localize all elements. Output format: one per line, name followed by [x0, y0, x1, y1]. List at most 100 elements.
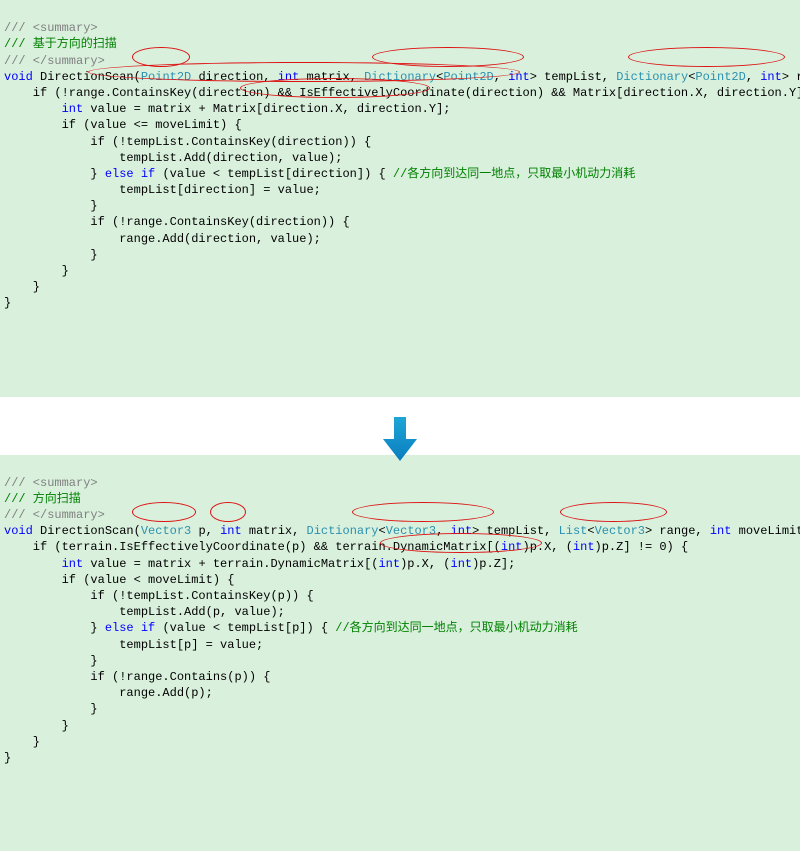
code-line: tempList[direction] = value;: [4, 183, 321, 197]
kw-int: int: [378, 557, 400, 571]
code-line: if (value < moveLimit) {: [4, 573, 234, 587]
indent: [4, 102, 62, 116]
fn-name: DirectionScan: [40, 524, 134, 538]
code-line: range.Add(p);: [4, 686, 213, 700]
code-block-bottom: /// <summary> /// 方向扫描 /// </summary> vo…: [0, 455, 800, 851]
code-line: if (!range.Contains(p)) {: [4, 670, 270, 684]
kw-else: else: [105, 621, 134, 635]
highlight-ellipse: [372, 47, 524, 67]
param: p,: [191, 524, 220, 538]
param: direction,: [191, 70, 277, 84]
code-line: if (value <= moveLimit) {: [4, 118, 242, 132]
gt: >: [530, 70, 537, 84]
param: moveLimit): [731, 524, 800, 538]
fn-name: [33, 70, 40, 84]
code-line: if (!range.ContainsKey(direction)) {: [4, 215, 350, 229]
highlight-ellipse: [132, 502, 196, 522]
kw-int: int: [451, 524, 473, 538]
kw-int: int: [220, 524, 242, 538]
kw-int: int: [573, 540, 595, 554]
type-vector3: Vector3: [595, 524, 645, 538]
param: range,: [652, 524, 710, 538]
code-block-top: /// <summary> /// 基于方向的扫描 /// </summary>…: [0, 0, 800, 397]
indent: [4, 557, 62, 571]
type-point2d: Point2D: [695, 70, 745, 84]
code-line: }: [4, 621, 105, 635]
type-point2d: Point2D: [141, 70, 191, 84]
code-line: }: [4, 296, 11, 310]
code-line: tempList.Add(p, value);: [4, 605, 285, 619]
code-line: (direction) && Matrix[direction.X, direc…: [465, 86, 800, 100]
code-line: value = matrix + terrain.DynamicMatrix[(: [83, 557, 378, 571]
code-line: }: [4, 654, 98, 668]
param: matrix,: [299, 70, 364, 84]
xml-summary: /// 方向扫描: [4, 492, 81, 506]
code-line: }: [4, 199, 98, 213]
paren: (: [134, 70, 141, 84]
code-line: }: [4, 248, 98, 262]
kw-if: if: [141, 621, 155, 635]
code-line: )p.X, (: [400, 557, 450, 571]
highlight-ellipse: [210, 502, 246, 522]
code-line: if (terrain.IsEffectivelyCoordinate(p) &…: [4, 540, 501, 554]
type-dictionary: Dictionary: [307, 524, 379, 538]
param: tempList,: [479, 524, 558, 538]
param: tempList,: [537, 70, 616, 84]
sp: [134, 621, 141, 635]
code-line: range.Add(direction, value);: [4, 232, 321, 246]
code-line: direction.X, direction.Y: [263, 102, 436, 116]
kw-int: int: [760, 70, 782, 84]
type-list: List: [559, 524, 588, 538]
kw-int: int: [62, 102, 84, 116]
gt: >: [782, 70, 789, 84]
type-dictionary: Dictionary: [616, 70, 688, 84]
code-line: )p.X, (: [523, 540, 573, 554]
kw-int: int: [710, 524, 732, 538]
code-line: IsEffectivelyCoordinate: [299, 86, 465, 100]
kw-int: int: [278, 70, 300, 84]
xml-comment: /// <summary>: [4, 21, 98, 35]
code-line: }: [4, 735, 40, 749]
code-line: )p.Z];: [472, 557, 515, 571]
comma: ,: [746, 70, 760, 84]
code-line: if (!range.ContainsKey(direction) &&: [4, 86, 299, 100]
type-point2d: Point2D: [443, 70, 493, 84]
code-line: }: [4, 751, 11, 765]
code-line: }: [4, 264, 69, 278]
highlight-ellipse: [352, 502, 494, 522]
sp: [33, 524, 40, 538]
code-line: (value < tempList[direction]) {: [155, 167, 393, 181]
code-line: }: [4, 280, 40, 294]
paren: (: [134, 524, 141, 538]
kw-else: else: [105, 167, 134, 181]
param: matrix,: [242, 524, 307, 538]
lt: <: [587, 524, 594, 538]
code-line: tempList[p] = value;: [4, 638, 263, 652]
code-line: (value < tempList[p]) {: [155, 621, 335, 635]
kw-int: int: [62, 557, 84, 571]
code-line: value = matrix + Matrix[: [83, 102, 263, 116]
xml-comment-end: /// </summary>: [4, 508, 105, 522]
xml-comment-end: /// </summary>: [4, 54, 105, 68]
kw-int: int: [451, 557, 473, 571]
code-line: }: [4, 702, 98, 716]
fn-name: DirectionScan: [40, 70, 134, 84]
code-line: ];: [436, 102, 450, 116]
code-line: }: [4, 719, 69, 733]
comma: ,: [494, 70, 508, 84]
kw-int: int: [508, 70, 530, 84]
xml-summary: /// 基于方向的扫描: [4, 37, 117, 51]
code-line: }: [4, 167, 105, 181]
param: ran: [789, 70, 800, 84]
type-vector3: Vector3: [141, 524, 191, 538]
code-line: if (!tempList.ContainsKey(direction)) {: [4, 135, 371, 149]
lt: <: [379, 524, 386, 538]
code-line: )p.Z] != 0) {: [595, 540, 689, 554]
type-dictionary: Dictionary: [364, 70, 436, 84]
kw-void: void: [4, 524, 33, 538]
xml-comment: /// <summary>: [4, 476, 98, 490]
code-line: if (!tempList.ContainsKey(p)) {: [4, 589, 314, 603]
inline-comment: //各方向到达同一地点，只取最小机动力消耗: [393, 167, 635, 181]
comma: ,: [436, 524, 450, 538]
inline-comment: //各方向到达同一地点，只取最小机动力消耗: [335, 621, 577, 635]
